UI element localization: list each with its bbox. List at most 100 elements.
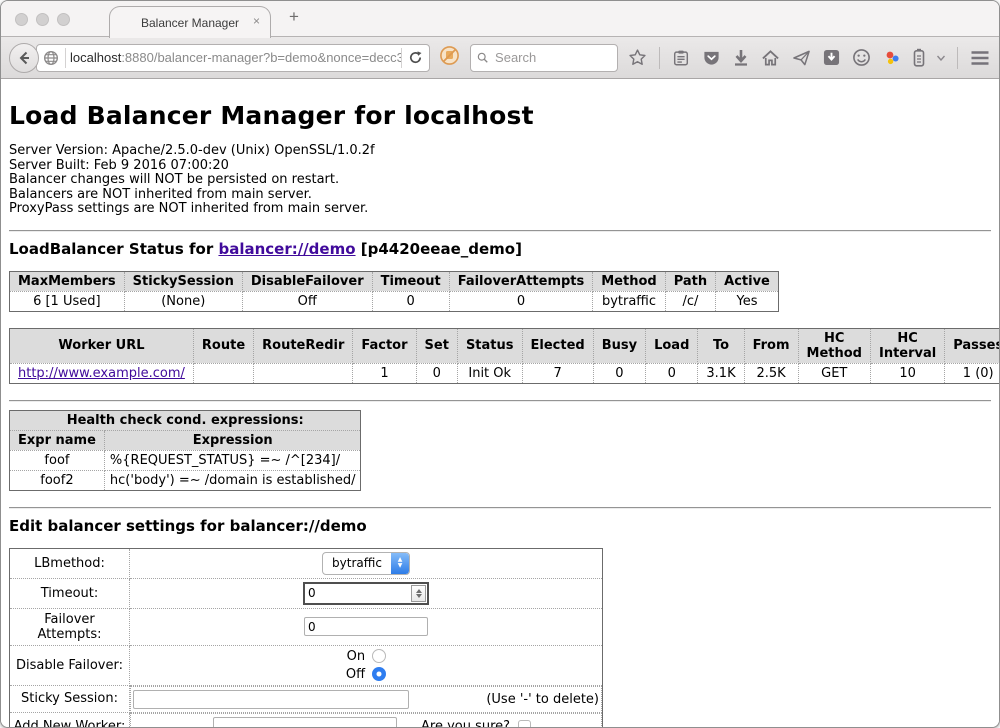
table-cell: hc('body') =~ /domain is established/: [104, 470, 361, 490]
table-header-cell: Busy: [593, 328, 645, 363]
failover-attempts-input[interactable]: [304, 617, 428, 636]
timeout-row: Timeout: 0: [10, 578, 603, 608]
site-identity-button[interactable]: [37, 45, 65, 71]
table-cell: 0: [372, 291, 449, 311]
failover-attempts-label: Failover Attempts:: [10, 608, 130, 645]
table-cell: [193, 363, 253, 383]
table-cell: foof2: [10, 470, 105, 490]
tab-balancer-manager[interactable]: Balancer Manager ×: [109, 6, 271, 38]
timeout-input[interactable]: 0: [303, 582, 429, 605]
downloads-icon[interactable]: [733, 49, 749, 67]
disable-failover-row: Disable Failover: On Off: [10, 645, 603, 685]
server-built: Server Built: Feb 9 2016 07:00:20: [9, 159, 991, 174]
table-header-cell: Worker URL: [10, 328, 194, 363]
table-cell: 6 [1 Used]: [10, 291, 125, 311]
balancer-status-heading: LoadBalancer Status for balancer://demo …: [9, 240, 991, 258]
disable-failover-off-radio[interactable]: [372, 667, 386, 681]
pocket-icon[interactable]: [702, 49, 721, 67]
new-tab-button[interactable]: +: [289, 7, 299, 27]
sticky-session-input[interactable]: [133, 690, 409, 709]
health-table-title-row: Health check cond. expressions:: [10, 410, 361, 430]
worker-table-header-row: Worker URLRouteRouteRedirFactorSetStatus…: [10, 328, 1000, 363]
send-page-icon[interactable]: [792, 49, 811, 67]
url-bar[interactable]: localhost:8880/balancer-manager?b=demo&n…: [36, 44, 430, 72]
menu-hamburger-icon[interactable]: [970, 50, 990, 66]
timeout-cell: 0: [130, 578, 603, 608]
search-icon: [477, 51, 488, 64]
tab-title: Balancer Manager: [141, 16, 239, 30]
table-header-cell: FailoverAttempts: [449, 271, 593, 291]
balancer-table-row: 6 [1 Used](None)Off00bytraffic/c/Yes: [10, 291, 779, 311]
lbmethod-select[interactable]: bytraffic ▲▼: [322, 552, 410, 575]
table-header-cell: RouteRedir: [254, 328, 353, 363]
back-arrow-icon: [16, 50, 32, 66]
toolbar-separator: [659, 47, 660, 69]
add-new-worker-input[interactable]: [213, 717, 397, 728]
minimize-window-button[interactable]: [36, 13, 49, 26]
divider: [9, 400, 991, 402]
add-new-worker-label: Add New Worker:: [10, 713, 130, 728]
zoom-window-button[interactable]: [57, 13, 70, 26]
add-new-worker-row: Add New Worker: Are you sure?: [10, 713, 603, 728]
table-header-cell: To: [698, 328, 744, 363]
health-table-header-row: Expr nameExpression: [10, 430, 361, 450]
disable-failover-label: Disable Failover:: [10, 645, 130, 685]
table-header-cell: DisableFailover: [242, 271, 372, 291]
are-you-sure-checkbox[interactable]: [518, 720, 531, 728]
balancer-demo-link[interactable]: balancer://demo: [218, 240, 355, 258]
health-table-title: Health check cond. expressions:: [10, 410, 361, 430]
overflow-caret-icon[interactable]: [937, 55, 945, 61]
browser-window: Balancer Manager × + localhost:8880/bala…: [0, 0, 1000, 728]
are-you-sure-label: Are you sure?: [421, 719, 510, 728]
balancer-status-table: MaxMembersStickySessionDisableFailoverTi…: [9, 271, 779, 312]
reload-button[interactable]: [402, 45, 429, 71]
table-header-cell: MaxMembers: [10, 271, 125, 291]
edit-settings-heading: Edit balancer settings for balancer://de…: [9, 517, 991, 535]
table-cell: 3.1K: [698, 363, 744, 383]
tab-close-icon[interactable]: ×: [253, 15, 260, 27]
worker-url-link[interactable]: http://www.example.com/: [18, 366, 185, 381]
search-bar[interactable]: [470, 44, 618, 72]
server-version: Server Version: Apache/2.5.0-dev (Unix) …: [9, 144, 991, 159]
colored-dots-extension-icon[interactable]: [883, 49, 901, 67]
table-cell: /c/: [665, 291, 715, 311]
add-new-worker-cell: Are you sure?: [130, 713, 602, 728]
table-header-cell: Route: [193, 328, 253, 363]
number-spinner-icon[interactable]: [411, 585, 426, 602]
table-header-cell: Load: [646, 328, 698, 363]
sticky-session-label: Sticky Session:: [10, 685, 130, 713]
home-icon[interactable]: [761, 49, 780, 67]
disable-failover-on-radio[interactable]: [372, 649, 386, 663]
worker-url-cell: http://www.example.com/: [10, 363, 194, 383]
url-input[interactable]: localhost:8880/balancer-manager?b=demo&n…: [66, 50, 401, 65]
battery-extension-icon[interactable]: [913, 48, 925, 67]
table-cell: GET: [798, 363, 870, 383]
sticky-session-hint: (Use '-' to delete): [486, 692, 599, 707]
table-cell: 1 (0): [945, 363, 999, 383]
bookmarks-list-icon[interactable]: [672, 49, 690, 67]
back-button[interactable]: [9, 43, 39, 73]
status-heading-suffix: [p4420eeae_demo]: [356, 240, 522, 258]
search-input[interactable]: [493, 49, 611, 66]
proxypass-note: ProxyPass settings are NOT inherited fro…: [9, 202, 991, 217]
inherit-note: Balancers are NOT inherited from main se…: [9, 188, 991, 203]
smiley-extension-icon[interactable]: [852, 48, 871, 67]
edit-balancer-form: LBmethod: bytraffic ▲▼ Timeout: 0: [9, 548, 603, 728]
select-stepper-icon: ▲▼: [391, 553, 409, 574]
status-heading-prefix: LoadBalancer Status for: [9, 240, 218, 258]
worker-table: Worker URLRouteRouteRedirFactorSetStatus…: [9, 328, 999, 384]
health-table-row: foof%{REQUEST_STATUS} =~ /^[234]/: [10, 450, 361, 470]
toolbar-icons: [628, 47, 999, 69]
close-window-button[interactable]: [15, 13, 28, 26]
content-blocker-icon[interactable]: [439, 45, 460, 71]
health-table-row: foof2hc('body') =~ /domain is establishe…: [10, 470, 361, 490]
divider: [9, 507, 991, 509]
lbmethod-cell: bytraffic ▲▼: [130, 548, 603, 578]
timeout-value: 0: [305, 586, 411, 600]
bookmark-star-icon[interactable]: [628, 48, 647, 67]
url-host: localhost: [70, 50, 121, 65]
disable-failover-cell: On Off: [130, 645, 603, 685]
download-panel-icon[interactable]: [823, 49, 840, 66]
navigation-toolbar: localhost:8880/balancer-manager?b=demo&n…: [1, 37, 999, 79]
table-cell: bytraffic: [593, 291, 665, 311]
